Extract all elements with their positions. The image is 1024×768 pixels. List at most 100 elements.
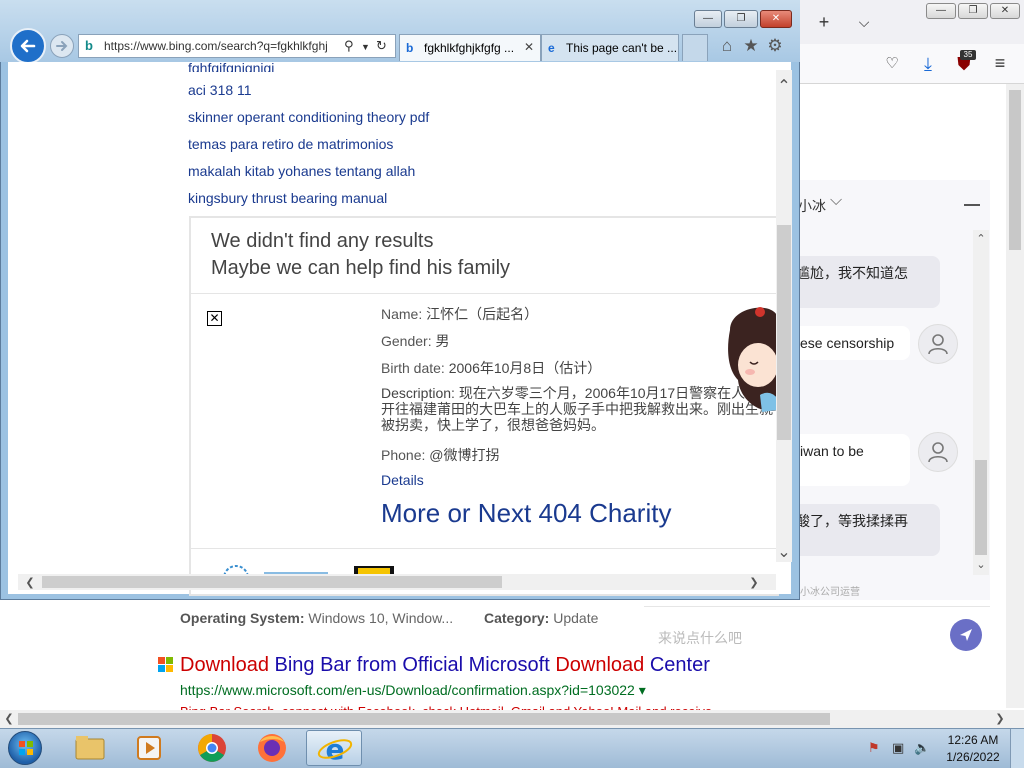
result-title-part: Download — [180, 654, 269, 676]
chat-minimize-button[interactable] — [964, 204, 980, 206]
dropdown-icon[interactable]: ▼ — [361, 42, 370, 52]
ie-horizontal-scroll-thumb[interactable] — [42, 576, 502, 588]
send-icon — [960, 629, 972, 641]
scroll-left-icon[interactable]: ❮ — [22, 576, 38, 589]
tab-error-page[interactable]: e This page can't be ... — [541, 34, 679, 61]
ff-close-button[interactable]: ✕ — [990, 3, 1020, 19]
windows-start-icon[interactable] — [8, 731, 42, 765]
menu-hamburger-icon[interactable]: ≡ — [988, 53, 1012, 73]
action-center-flag-icon[interactable]: ⚑ — [868, 740, 880, 756]
forward-arrow-icon — [56, 41, 68, 51]
divider — [191, 293, 779, 294]
back-button[interactable] — [10, 28, 46, 64]
result-url[interactable]: https://www.microsoft.com/en-us/Download… — [180, 682, 646, 699]
media-player-icon — [137, 736, 161, 760]
scroll-right-icon[interactable]: ❯ — [992, 712, 1008, 725]
forward-button[interactable] — [50, 34, 74, 58]
related-search-link[interactable]: temas para retiro de matrimonios — [188, 136, 393, 152]
field-label: Description: — [381, 385, 455, 401]
clock-date[interactable]: 1/26/2022 — [946, 750, 1000, 764]
field-label: Phone: — [381, 447, 426, 463]
search-icon[interactable]: ⚲ — [344, 38, 354, 54]
ff-horizontal-scroll-thumb[interactable] — [18, 713, 830, 725]
microsoft-logo-icon — [158, 657, 174, 673]
folder-icon — [75, 736, 105, 760]
result-title-part: Center — [644, 654, 710, 676]
ff-vertical-scroll-thumb[interactable] — [1009, 90, 1021, 250]
taskbar-chrome[interactable] — [184, 730, 240, 766]
taskbar-internet-explorer[interactable]: e — [306, 730, 362, 766]
divider — [191, 548, 779, 549]
network-icon[interactable]: ▣ — [892, 740, 904, 756]
ie-close-button[interactable]: ✕ — [760, 10, 792, 28]
scroll-up-icon[interactable]: ⌃ — [776, 76, 792, 96]
os-info: Operating System: Windows 10, Window... — [180, 610, 453, 626]
ff-minimize-button[interactable]: — — [926, 3, 956, 19]
address-url[interactable]: https://www.bing.com/search?q=fgkhlkfghj — [104, 39, 328, 53]
category-label: Category: — [484, 610, 550, 626]
broken-image-icon: ✕ — [207, 311, 222, 326]
tab-bing-search[interactable]: b fgkhlkfghjkfgfg ... — [399, 34, 541, 61]
chat-input-placeholder[interactable]: 来说点什么吧 — [658, 628, 742, 648]
refresh-icon[interactable]: ↻ — [376, 38, 387, 54]
description-line: 被拐卖，快上学了，很想爸爸妈妈。 — [381, 417, 605, 433]
extension-badge: 35 — [960, 50, 976, 60]
missing-person-birthdate: Birth date: 2006年10月8日（估计） — [381, 358, 601, 378]
category-value: Update — [553, 610, 599, 626]
no-results-subtitle: Maybe we can help find his family — [211, 257, 511, 279]
ff-maximize-button[interactable]: ❐ — [958, 3, 988, 19]
firefox-icon — [258, 734, 286, 762]
result-title-link[interactable]: Download Bing Bar from Official Microsof… — [180, 654, 710, 677]
taskbar-media-player[interactable] — [122, 730, 178, 766]
missing-person-gender: Gender: 男 — [381, 331, 449, 351]
field-label: Gender: — [381, 333, 432, 349]
list-all-tabs-icon[interactable]: ⌵ — [852, 12, 876, 32]
chat-scroll-up-icon[interactable]: ⌃ — [973, 232, 989, 245]
home-icon[interactable]: ⌂ — [717, 36, 737, 56]
related-search-link[interactable]: makalah kitab yohanes tentang allah — [188, 163, 415, 179]
volume-icon[interactable]: 🔈 — [914, 740, 930, 756]
show-desktop-button[interactable] — [1010, 729, 1024, 768]
pocket-icon[interactable]: ♡ — [880, 54, 904, 74]
downloads-icon[interactable]: ⤓ — [916, 54, 940, 74]
related-search-link[interactable]: fghfgjfgnjgnjgj — [188, 60, 274, 72]
field-value: 江怀仁（后起名） — [426, 306, 539, 322]
ie-maximize-button[interactable]: ❐ — [724, 10, 758, 28]
taskbar-file-explorer[interactable] — [62, 730, 118, 766]
more-charity-link[interactable]: More or Next 404 Charity — [381, 498, 671, 529]
settings-gear-icon[interactable]: ⚙ — [765, 36, 785, 56]
result-title-part: Download — [555, 654, 645, 676]
ie-favicon-icon: e — [548, 41, 555, 55]
os-value: Windows 10, Window... — [308, 610, 454, 626]
chevron-down-icon[interactable]: ⌵ — [830, 192, 842, 210]
chat-scroll-thumb[interactable] — [975, 460, 987, 555]
chat-message-user: ese censorship — [790, 326, 910, 360]
new-tab-button[interactable] — [682, 34, 708, 61]
related-search-link[interactable]: aci 318 11 — [188, 82, 252, 98]
scroll-left-icon[interactable]: ❮ — [1, 712, 17, 725]
details-link[interactable]: Details — [381, 472, 424, 488]
svg-text:e: e — [326, 733, 345, 766]
scroll-right-icon[interactable]: ❯ — [746, 576, 762, 589]
new-tab-icon[interactable]: + — [812, 12, 836, 32]
user-icon — [928, 334, 948, 355]
related-search-link[interactable]: skinner operant conditioning theory pdf — [188, 109, 429, 125]
chrome-icon — [198, 734, 226, 762]
ie-vertical-scroll-thumb[interactable] — [777, 225, 791, 440]
send-button[interactable] — [950, 619, 982, 651]
missing-person-name: Name: 江怀仁（后起名） — [381, 304, 538, 324]
favorites-star-icon[interactable]: ★ — [741, 36, 761, 56]
scroll-down-icon[interactable]: ⌄ — [776, 542, 792, 562]
field-value: 男 — [435, 333, 450, 349]
windows-logo-icon — [19, 741, 33, 755]
taskbar-firefox[interactable] — [244, 730, 300, 766]
field-value: @微博打拐 — [429, 447, 500, 463]
close-tab-icon[interactable]: ✕ — [524, 40, 534, 54]
clock-time[interactable]: 12:26 AM — [946, 733, 1000, 747]
related-search-link[interactable]: kingsbury thrust bearing manual — [188, 190, 387, 206]
chat-scroll-down-icon[interactable]: ⌄ — [973, 558, 989, 571]
missing-person-phone: Phone: @微博打拐 — [381, 445, 499, 465]
ie-minimize-button[interactable]: — — [694, 10, 722, 28]
cartoon-girl-icon — [728, 307, 778, 412]
cartoon-girl-illustration — [720, 300, 778, 420]
